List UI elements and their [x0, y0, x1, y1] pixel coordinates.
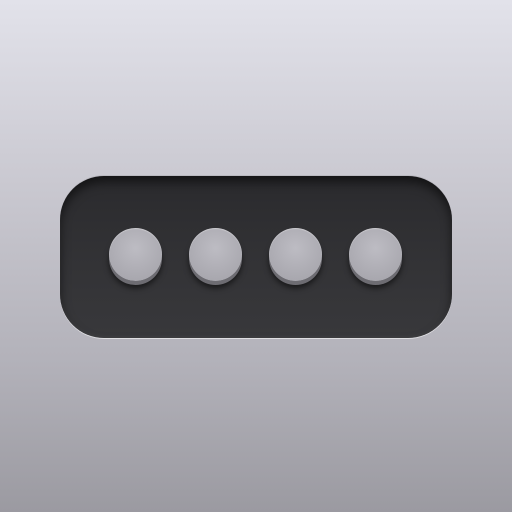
masked-dot-icon — [269, 228, 322, 281]
masked-dot-icon — [189, 228, 242, 281]
password-field-icon — [60, 176, 452, 338]
password-app-icon — [0, 0, 512, 512]
masked-dot-icon — [109, 228, 162, 281]
masked-dot-icon — [349, 228, 402, 281]
masked-characters — [60, 176, 452, 338]
